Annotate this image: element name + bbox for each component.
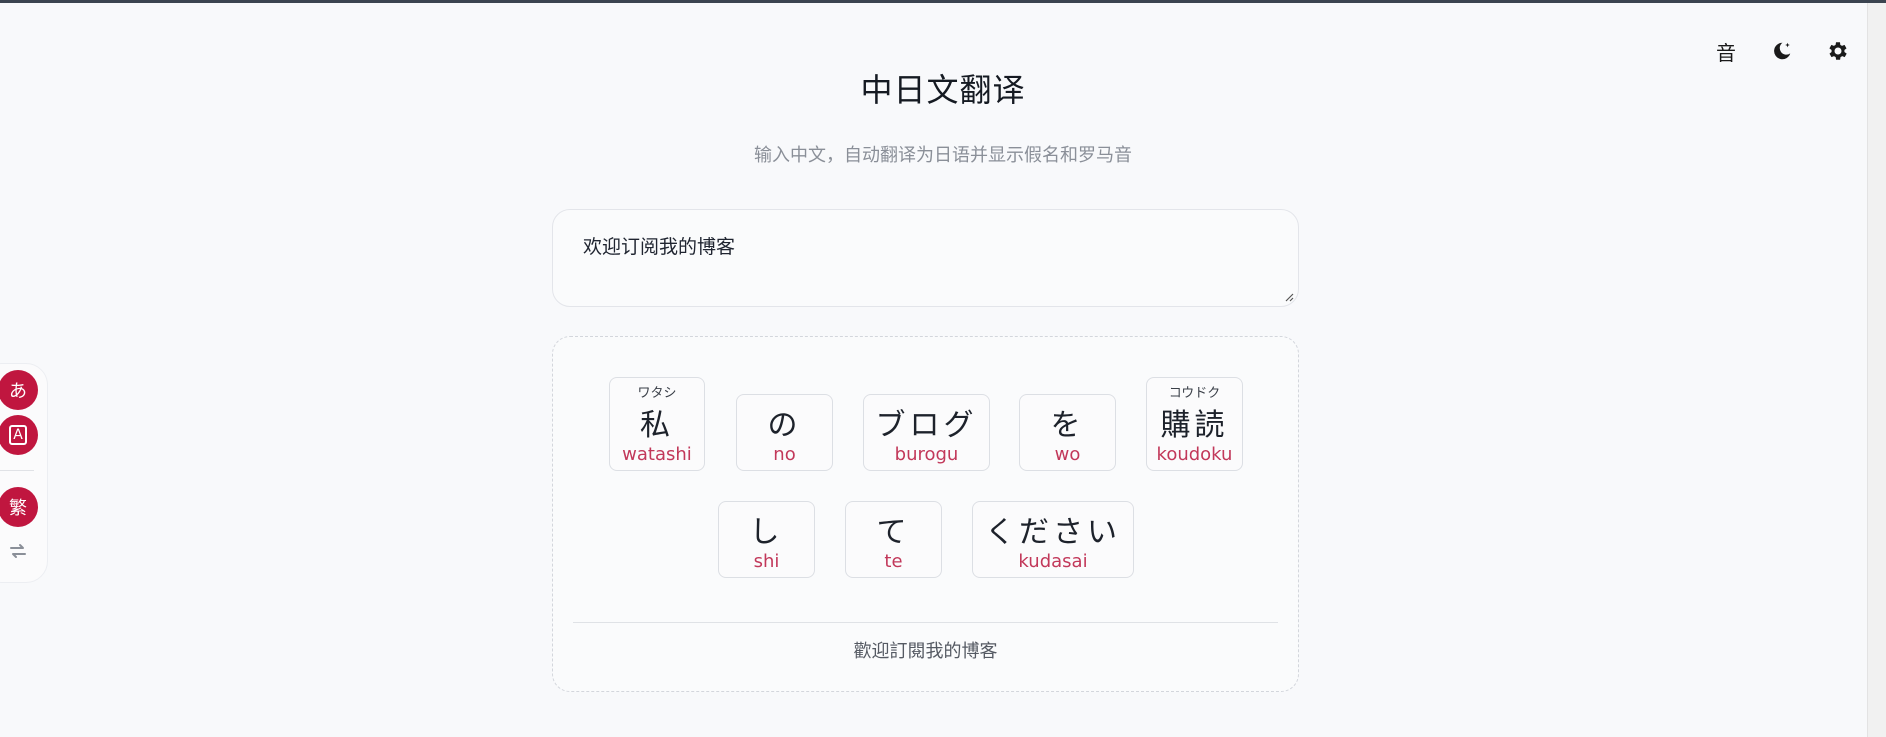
token-romaji: kudasai bbox=[1018, 551, 1088, 572]
token-romaji: watashi bbox=[622, 444, 692, 465]
token-chip[interactable]: の no bbox=[736, 394, 833, 471]
token-romaji: te bbox=[884, 551, 903, 572]
result-divider bbox=[573, 622, 1278, 623]
token-romaji: wo bbox=[1054, 444, 1081, 465]
chinese-input-container: 欢迎订阅我的博客 bbox=[552, 209, 1299, 307]
token-japanese: の bbox=[767, 408, 802, 443]
token-furigana: ワタシ bbox=[637, 386, 677, 401]
token-chip[interactable]: ブログ burogu bbox=[863, 394, 990, 471]
chinese-input[interactable]: 欢迎订阅我的博客 bbox=[583, 232, 1268, 284]
traditional-label: 繁 bbox=[9, 498, 27, 519]
swap-arrows-icon[interactable] bbox=[8, 541, 28, 561]
token-romaji: shi bbox=[753, 551, 780, 572]
romaji-label: A bbox=[9, 425, 27, 445]
moon-icon bbox=[1774, 42, 1791, 60]
token-chip[interactable]: て te bbox=[845, 501, 942, 578]
token-romaji: burogu bbox=[894, 444, 959, 465]
token-chip[interactable]: を wo bbox=[1019, 394, 1116, 471]
token-japanese: 購読 bbox=[1160, 408, 1229, 443]
traditional-chinese-text: 歡迎訂閱我的博客 bbox=[853, 641, 998, 662]
token-chip[interactable]: コウドク購読 koudoku bbox=[1146, 377, 1243, 471]
token-chip[interactable]: し shi bbox=[718, 501, 815, 578]
page-subtitle: 输入中文，自动翻译为日语并显示假名和罗马音 bbox=[754, 145, 1132, 166]
token-japanese: し bbox=[749, 515, 784, 550]
token-furigana: コウドク bbox=[1168, 386, 1221, 401]
token-japanese: 私 bbox=[640, 408, 674, 443]
token-chip[interactable]: ください kudasai bbox=[972, 501, 1134, 578]
dark-mode-button[interactable] bbox=[1764, 33, 1800, 69]
token-romaji: koudoku bbox=[1156, 444, 1233, 465]
sound-toggle-button[interactable]: 音 bbox=[1708, 33, 1744, 69]
page-header: 中日文翻译 输入中文，自动翻译为日语并显示假名和罗马音 bbox=[0, 3, 1886, 167]
token-japanese: て bbox=[876, 515, 911, 550]
page-scrollbar[interactable] bbox=[1867, 3, 1886, 737]
translation-result-panel: 歡迎訂閱我的博客 ワタシ私 watashi の no ブログ burogu を wo コウドク購… bbox=[552, 336, 1299, 692]
token-chip[interactable]: ワタシ私 watashi bbox=[609, 377, 705, 471]
token-japanese: を bbox=[1050, 408, 1085, 443]
resize-grip-icon[interactable] bbox=[1284, 292, 1294, 302]
hiragana-label: あ bbox=[9, 381, 27, 402]
token-japanese: ブログ bbox=[875, 408, 978, 443]
gear-icon bbox=[1829, 42, 1847, 60]
side-panel-divider bbox=[0, 470, 34, 471]
page-title: 中日文翻译 bbox=[860, 71, 1026, 109]
token-japanese: ください bbox=[985, 515, 1121, 550]
token-romaji: no bbox=[773, 444, 796, 465]
sound-label: 音 bbox=[1716, 40, 1736, 65]
toolbar: 音 bbox=[1708, 33, 1856, 69]
settings-button[interactable] bbox=[1820, 33, 1856, 69]
